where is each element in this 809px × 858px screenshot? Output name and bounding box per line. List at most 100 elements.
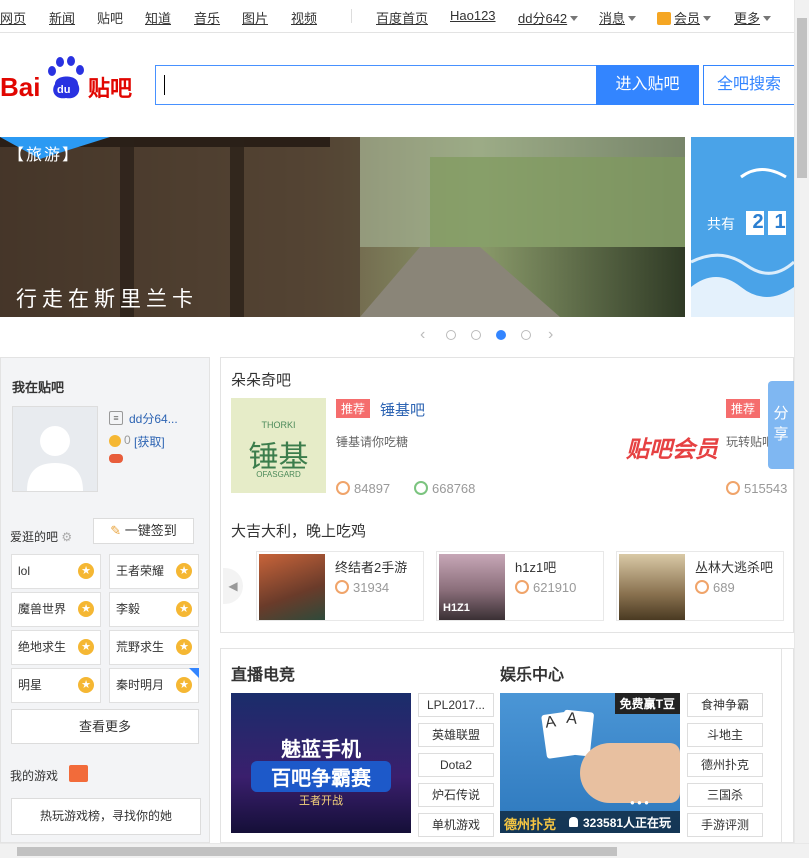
member-count: 515543: [744, 481, 788, 496]
live-banner[interactable]: 魅蓝手机 百吧争霸赛 王者开战: [231, 693, 411, 833]
scrollbar-thumb[interactable]: [797, 18, 807, 178]
user-menu[interactable]: dd分642: [518, 8, 579, 27]
game-card[interactable]: 终结者2手游 31934: [256, 551, 424, 621]
chevron-right-icon[interactable]: ›: [548, 326, 553, 344]
rec-tieba-name[interactable]: 锤基吧: [380, 399, 425, 420]
tieba-item[interactable]: 李毅 ★: [109, 592, 199, 627]
nav-zhidao[interactable]: 知道: [145, 8, 171, 27]
carousel-dot-active[interactable]: [496, 330, 506, 340]
tieba-item[interactable]: 绝地求生 ★: [11, 630, 101, 665]
tieba-name: 魔兽世界: [18, 602, 67, 616]
live-category-button[interactable]: LPL2017...: [418, 693, 494, 717]
games-section-title: 大吉大利，晚上吃鸡: [231, 523, 367, 540]
tieba-item[interactable]: lol ★: [11, 554, 101, 589]
share-button[interactable]: 分享: [768, 381, 794, 469]
game-category-button[interactable]: 德州扑克: [687, 753, 763, 777]
enter-tieba-button[interactable]: 进入贴吧: [596, 65, 699, 105]
baidu-home-link[interactable]: 百度首页: [376, 8, 428, 27]
user-level-icon: ≡: [109, 411, 123, 425]
nav-images[interactable]: 图片: [242, 8, 268, 27]
carousel-dot[interactable]: [446, 330, 456, 340]
game-category-button[interactable]: 食神争霸: [687, 693, 763, 717]
view-more-button[interactable]: 查看更多: [11, 709, 199, 744]
ent-caption-bar: 德州扑克 323581人正在玩: [500, 811, 680, 833]
ent-badge: 免费赢T豆: [614, 693, 680, 714]
chevron-left-icon[interactable]: ‹: [420, 326, 425, 344]
username-link[interactable]: dd分64...: [129, 410, 178, 427]
nav-tieba[interactable]: 贴吧: [97, 8, 123, 27]
gamepad-icon[interactable]: [109, 454, 123, 463]
entertainment-banner[interactable]: A A 免费赢T豆 德州扑克 323581人正在玩 ● ● ●: [500, 693, 680, 833]
tieba-name: 王者荣耀: [116, 564, 165, 578]
game-member-count: 621910: [533, 580, 577, 595]
game-category-button[interactable]: 三国杀: [687, 783, 763, 807]
hot-games-button[interactable]: 热玩游戏榜，寻找你的她: [11, 798, 201, 835]
game-name: 丛林大逃杀吧: [695, 560, 774, 575]
nav-web[interactable]: 网页: [0, 8, 26, 27]
more-menu[interactable]: 更多: [734, 8, 772, 27]
horizontal-scrollbar[interactable]: [0, 843, 809, 858]
tieba-item[interactable]: 荒野求生 ★: [109, 630, 199, 665]
nav-video[interactable]: 视频: [291, 8, 317, 27]
gear-icon[interactable]: ⚙: [61, 530, 72, 544]
search-input[interactable]: [155, 65, 597, 105]
tieba-name: 荒野求生: [116, 640, 165, 654]
baidu-tieba-logo[interactable]: du Bai 贴吧: [0, 56, 140, 106]
avatar[interactable]: [12, 406, 98, 492]
tieba-vip-logo[interactable]: 贴吧会员: [626, 430, 718, 464]
game-card[interactable]: 丛林大逃杀吧 689: [616, 551, 784, 621]
game-count: 621910: [515, 580, 576, 595]
carousel-dot[interactable]: [471, 330, 481, 340]
live-category-button[interactable]: Dota2: [418, 753, 494, 777]
user-name: dd分642: [518, 11, 568, 26]
chevron-left-icon[interactable]: ◀: [223, 568, 243, 604]
more-label: 更多: [734, 11, 761, 26]
game-thumbnail: H1Z1: [439, 554, 505, 620]
live-category-button[interactable]: 英雄联盟: [418, 723, 494, 747]
chevron-down-icon: [703, 16, 712, 21]
carousel-dot[interactable]: [521, 330, 531, 340]
pencil-icon: ✎: [110, 523, 122, 538]
tieba-item[interactable]: 王者荣耀 ★: [109, 554, 199, 589]
my-tieba-panel: 我在贴吧 ≡ dd分64... 0 [获取] 爱逛的吧 ⚙ ✎ 一键签到 lol…: [0, 357, 210, 843]
get-tbean-link[interactable]: [获取]: [134, 433, 165, 450]
signin-button[interactable]: ✎ 一键签到: [93, 518, 194, 544]
member-icon: [695, 580, 709, 594]
carousel-dots: ● ● ●: [630, 798, 649, 807]
member-icon: [336, 481, 350, 495]
live-category-button[interactable]: 炉石传说: [418, 783, 494, 807]
rec-tieba-thumbnail[interactable]: THORKI 锤基 OFASGARD: [231, 398, 326, 493]
game-member-count: 689: [713, 580, 735, 595]
default-avatar-icon: [13, 407, 97, 491]
chevron-down-icon: [763, 16, 772, 21]
nav-news[interactable]: 新闻: [49, 8, 75, 27]
vertical-scrollbar[interactable]: [794, 0, 809, 843]
live-title: 直播电竞: [231, 667, 296, 684]
game-category-button[interactable]: 手游评测: [687, 813, 763, 837]
tieba-item[interactable]: 秦时明月 ★: [109, 668, 199, 703]
tieba-item[interactable]: 魔兽世界 ★: [11, 592, 101, 627]
tieba-item[interactable]: 明星 ★: [11, 668, 101, 703]
nav-divider: [351, 9, 352, 23]
game-count: 31934: [335, 580, 389, 595]
nav-music[interactable]: 音乐: [194, 8, 220, 27]
message-label: 消息: [599, 11, 626, 26]
live-category-button[interactable]: 单机游戏: [418, 813, 494, 837]
logo-graphic: du Bai 贴吧: [0, 56, 132, 102]
hao123-link[interactable]: Hao123: [450, 8, 496, 23]
scrollbar-thumb[interactable]: [17, 847, 617, 856]
vip-menu[interactable]: 会员: [657, 8, 712, 27]
all-search-button[interactable]: 全吧搜索: [703, 65, 794, 105]
banner-carousel[interactable]: 【旅游】 行走在斯里兰卡: [0, 137, 685, 317]
rec-members: 84897: [336, 481, 390, 496]
star-icon: ★: [176, 563, 192, 579]
side-banner[interactable]: 共有 2 1: [691, 137, 794, 317]
game-category-button[interactable]: 斗地主: [687, 723, 763, 747]
top-nav: 网页 新闻 贴吧 知道 音乐 图片 视频 百度首页 Hao123 dd分642 …: [0, 0, 794, 33]
ent-online: 323581人正在玩: [583, 816, 672, 830]
gift-icon[interactable]: [69, 765, 88, 782]
message-menu[interactable]: 消息: [599, 8, 637, 27]
chevron-down-icon: [570, 16, 579, 21]
section-title: 朵朵奇吧: [231, 372, 292, 389]
game-card[interactable]: H1Z1 h1z1吧 621910: [436, 551, 604, 621]
